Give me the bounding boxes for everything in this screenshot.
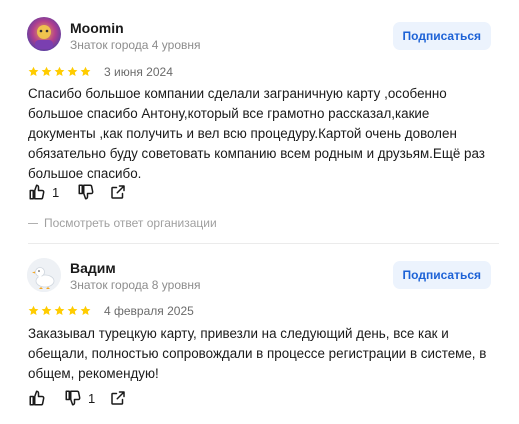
dash-icon — [28, 223, 38, 225]
avatar[interactable] — [27, 258, 61, 292]
author-level: Знаток города 8 уровня — [70, 278, 201, 292]
star-icon — [28, 305, 39, 315]
like-count: 1 — [52, 184, 60, 200]
star-icon — [41, 66, 52, 76]
star-icon — [54, 66, 65, 76]
avatar-image — [27, 17, 61, 51]
star-icon — [67, 66, 78, 76]
share-icon — [111, 391, 125, 405]
dislike-count: 1 — [88, 390, 96, 406]
star-icon — [28, 66, 39, 76]
like-button[interactable]: 1 — [28, 183, 59, 201]
org-reply-link[interactable]: Посмотреть ответ организации — [28, 216, 217, 230]
review-text: Заказывал турецкую карту, привезли на сл… — [28, 326, 487, 381]
subscribe-button[interactable]: Подписаться — [392, 261, 491, 289]
star-icon — [41, 305, 52, 315]
divider — [28, 243, 499, 244]
star-icon — [80, 66, 91, 76]
avatar-image — [27, 258, 61, 292]
thumb-up-icon — [29, 390, 45, 406]
star-icon — [80, 305, 91, 315]
rating-stars — [28, 66, 91, 77]
review-date: 4 февраля 2025 — [104, 304, 194, 318]
share-button[interactable] — [109, 389, 127, 407]
review-date: 3 июня 2024 — [104, 65, 173, 79]
rating-stars — [28, 305, 91, 316]
dislike-button[interactable] — [77, 183, 95, 201]
subscribe-button[interactable]: Подписаться — [392, 22, 491, 50]
share-button[interactable] — [109, 183, 127, 201]
dislike-button[interactable]: 1 — [64, 389, 95, 407]
share-icon — [111, 185, 125, 199]
thumb-down-icon — [65, 390, 81, 406]
org-reply-label: Посмотреть ответ организации — [44, 216, 217, 230]
review-text: Спасибо большое компании сделали заграни… — [28, 86, 485, 181]
author-name[interactable]: Moomin — [70, 20, 124, 36]
thumb-up-icon — [29, 184, 45, 200]
star-icon — [67, 305, 78, 315]
review-actions: 1 — [28, 183, 141, 201]
like-button[interactable] — [28, 389, 46, 407]
star-icon — [54, 305, 65, 315]
author-name[interactable]: Вадим — [70, 260, 116, 276]
review-actions: 1 — [28, 389, 141, 407]
avatar[interactable] — [27, 17, 61, 51]
author-level: Знаток города 4 уровня — [70, 38, 201, 52]
thumb-down-icon — [78, 184, 94, 200]
